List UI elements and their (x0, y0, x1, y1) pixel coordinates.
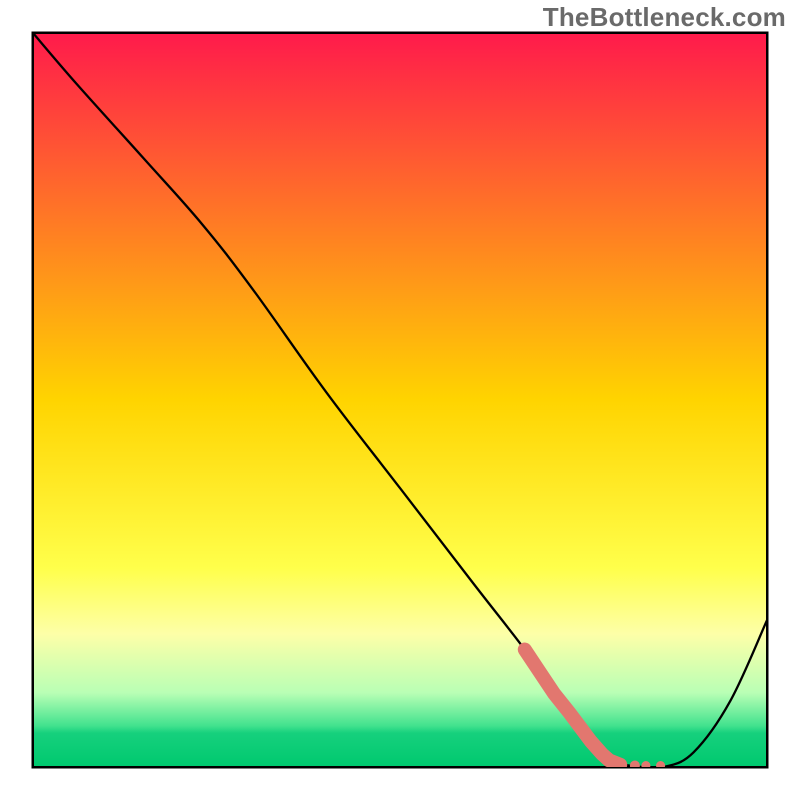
bottleneck-dot (641, 761, 650, 770)
bottleneck-dot (656, 761, 665, 770)
plot-background (34, 34, 766, 766)
watermark-text: TheBottleneck.com (543, 2, 786, 33)
chart-container: { "watermark": "TheBottleneck.com", "cha… (0, 0, 800, 800)
chart-svg (0, 0, 800, 800)
bottleneck-dot (614, 759, 626, 771)
bottleneck-dot (630, 761, 640, 771)
bottleneck-dot (519, 644, 531, 656)
